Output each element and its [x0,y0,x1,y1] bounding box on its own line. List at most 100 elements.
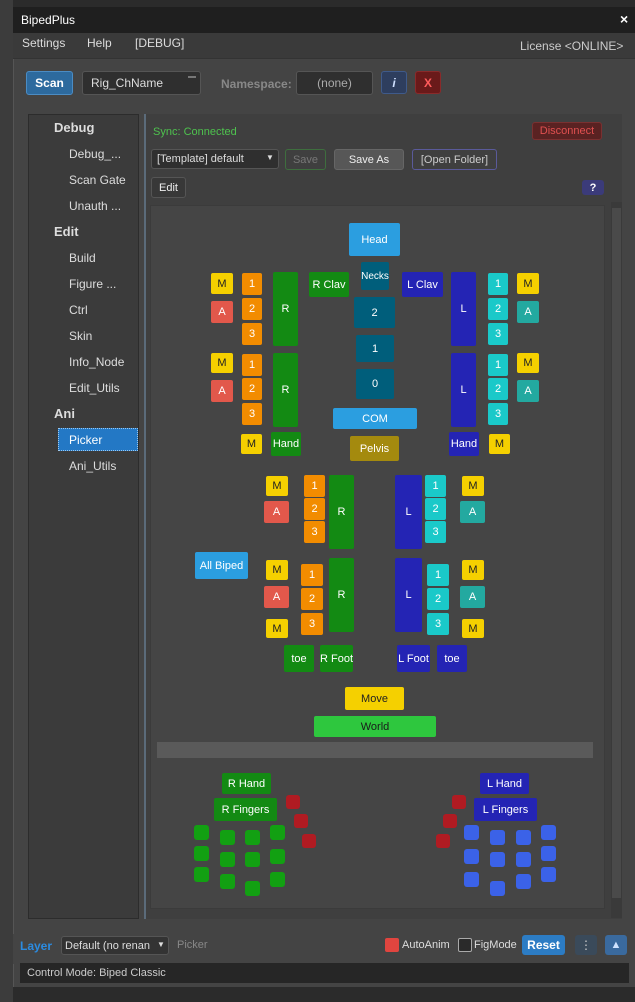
sidebar-item-build[interactable]: Build [69,251,96,265]
more-options-icon[interactable]: ⋮ [575,935,597,955]
r-forearm-3[interactable]: 3 [242,403,262,425]
l-forearm-1[interactable]: 1 [488,354,508,376]
sidebar-item-skin[interactable]: Skin [69,329,92,343]
r-thigh-1[interactable]: 1 [304,475,325,497]
l-forearm-a-button[interactable]: A [517,380,539,402]
sidebar-item-info-node[interactable]: Info_Node [69,355,124,369]
r-calf-1[interactable]: 1 [301,564,323,586]
head-control[interactable]: Head [349,223,400,256]
namespace-field[interactable]: (none) [296,71,373,95]
r-upperarm-control[interactable]: R [273,272,298,346]
r-foot-control[interactable]: R Foot [320,645,353,672]
l-calf-control[interactable]: L [395,558,422,632]
r-finger-joint[interactable] [245,881,260,896]
sidebar-item-picker[interactable]: Picker [58,428,138,451]
l-fingers-control[interactable]: L Fingers [474,798,537,821]
l-upperarm-m-button[interactable]: M [517,273,539,294]
r-finger-joint[interactable] [245,830,260,845]
r-thigh-a-button[interactable]: A [264,501,289,523]
r-calf-2[interactable]: 2 [301,588,323,610]
r-finger-joint[interactable] [270,825,285,840]
r-foot-m-button[interactable]: M [266,619,288,638]
r-finger-joint[interactable] [194,825,209,840]
l-thumb-joint[interactable] [452,795,466,809]
r-finger-joint[interactable] [220,830,235,845]
scrollbar-thumb[interactable] [612,208,621,898]
r-forearm-1[interactable]: 1 [242,354,262,376]
r-finger-joint[interactable] [194,867,209,882]
r-calf-3[interactable]: 3 [301,613,323,635]
l-forearm-control[interactable]: L [451,353,476,427]
clear-namespace-button[interactable]: X [415,71,441,94]
l-thigh-a-button[interactable]: A [460,501,485,523]
l-thigh-control[interactable]: L [395,475,422,549]
l-finger-joint[interactable] [490,830,505,845]
l-upperarm-2[interactable]: 2 [488,298,508,320]
l-forearm-3[interactable]: 3 [488,403,508,425]
l-hand-m-button[interactable]: M [489,434,510,454]
menu-debug[interactable]: [DEBUG] [135,36,184,50]
l-upperarm-3[interactable]: 3 [488,323,508,345]
r-upperarm-m-button[interactable]: M [211,273,233,294]
r-calf-control[interactable]: R [329,558,354,632]
r-fingers-control[interactable]: R Fingers [214,798,277,821]
l-thigh-3[interactable]: 3 [425,521,446,543]
sidebar-item-edit-utils[interactable]: Edit_Utils [69,381,120,395]
neck-control[interactable]: Necks [361,262,389,290]
l-calf-a-button[interactable]: A [460,586,485,608]
scan-button[interactable]: Scan [26,71,73,95]
r-forearm-m-button[interactable]: M [211,353,233,373]
save-as-button[interactable]: Save As [334,149,404,170]
sidebar-item-figure[interactable]: Figure ... [69,277,116,291]
spine-2-control[interactable]: 2 [354,297,395,328]
info-button[interactable]: i [381,71,407,94]
r-finger-joint[interactable] [194,846,209,861]
r-finger-joint[interactable] [220,874,235,889]
r-thigh-m-button[interactable]: M [266,476,288,496]
spine-1-control[interactable]: 1 [356,335,394,362]
l-finger-joint[interactable] [464,825,479,840]
r-finger-joint[interactable] [245,852,260,867]
sidebar-item-unauth[interactable]: Unauth ... [69,199,121,213]
l-forearm-2[interactable]: 2 [488,378,508,400]
r-hand-fingers-root[interactable]: R Hand [222,773,271,794]
figmode-checkbox[interactable] [458,938,472,952]
l-calf-2[interactable]: 2 [427,588,449,610]
r-hand-control[interactable]: Hand [271,432,301,456]
l-finger-joint[interactable] [490,852,505,867]
l-foot-m-button[interactable]: M [462,619,484,638]
l-forearm-m-button[interactable]: M [517,353,539,373]
r-calf-m-button[interactable]: M [266,560,288,580]
l-finger-joint[interactable] [516,830,531,845]
l-calf-m-button[interactable]: M [462,560,484,580]
sidebar-item-ctrl[interactable]: Ctrl [69,303,88,317]
l-thigh-2[interactable]: 2 [425,498,446,520]
layer-select[interactable]: Default (no renan ▼ [61,936,169,955]
help-button[interactable]: ? [582,180,604,195]
l-foot-control[interactable]: L Foot [397,645,430,672]
r-finger-joint[interactable] [220,852,235,867]
l-thigh-1[interactable]: 1 [425,475,446,497]
sidebar-item-scan-gate[interactable]: Scan Gate [69,173,126,187]
r-thigh-2[interactable]: 2 [304,498,325,520]
l-thumb-joint[interactable] [443,814,457,828]
l-finger-joint[interactable] [490,881,505,896]
l-upperarm-1[interactable]: 1 [488,273,508,295]
r-upperarm-1[interactable]: 1 [242,273,262,295]
r-upperarm-a-button[interactable]: A [211,301,233,323]
l-finger-joint[interactable] [541,825,556,840]
r-forearm-a-button[interactable]: A [211,380,233,402]
move-control[interactable]: Move [345,687,404,710]
collapse-up-icon[interactable]: ▲ [605,935,627,955]
menu-settings[interactable]: Settings [22,36,65,50]
l-finger-joint[interactable] [464,849,479,864]
r-upperarm-2[interactable]: 2 [242,298,262,320]
l-calf-3[interactable]: 3 [427,613,449,635]
l-finger-joint[interactable] [516,874,531,889]
l-finger-joint[interactable] [516,852,531,867]
r-finger-joint[interactable] [270,872,285,887]
l-thumb-joint[interactable] [436,834,450,848]
l-hand-fingers-root[interactable]: L Hand [480,773,529,794]
l-finger-joint[interactable] [541,846,556,861]
r-thumb-joint[interactable] [302,834,316,848]
